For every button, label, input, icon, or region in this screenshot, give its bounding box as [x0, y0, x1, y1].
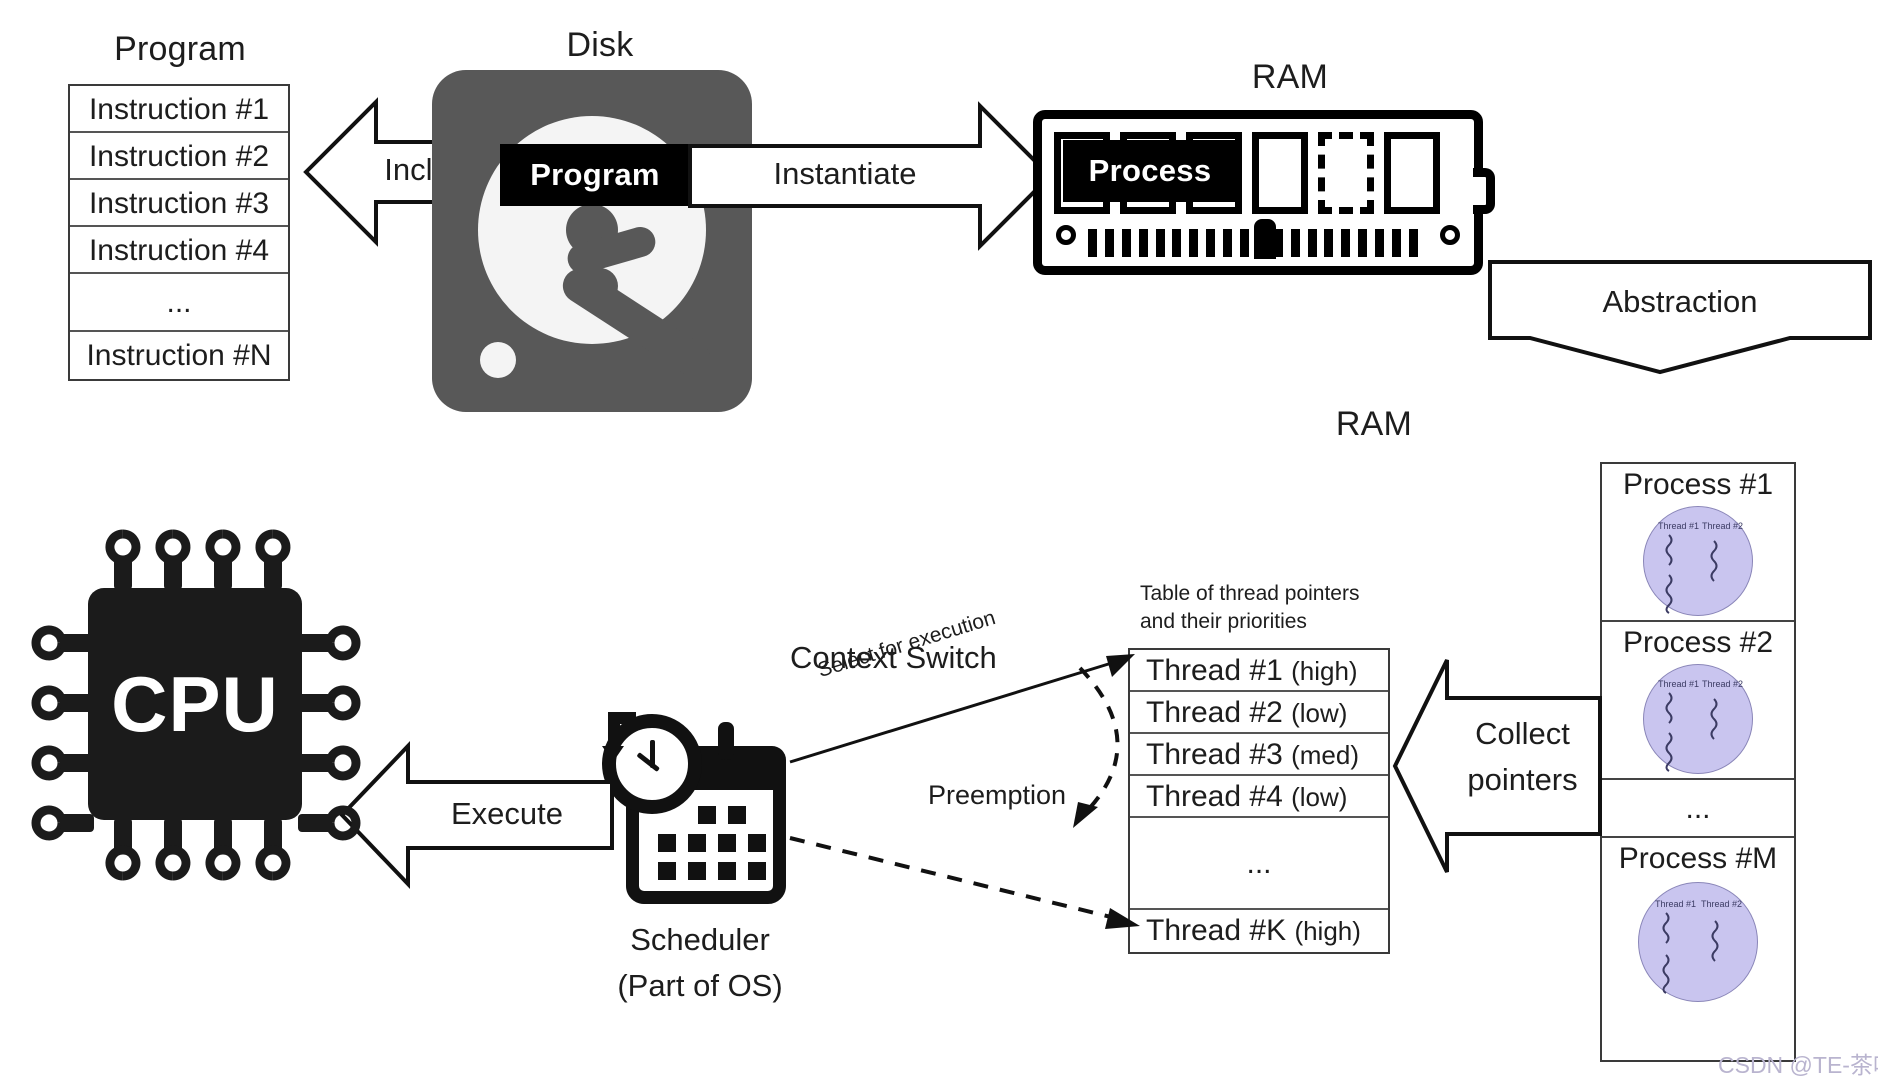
collect-pointers-line2: pointers — [1467, 762, 1578, 797]
thread-row: Thread #4 (low) — [1130, 776, 1388, 818]
disk-indicator-dot — [480, 342, 516, 378]
cpu-pin — [155, 529, 191, 592]
calendar-day-cell — [698, 806, 716, 824]
program-row: Instruction #4 — [70, 227, 288, 274]
cpu-pin — [298, 625, 361, 661]
cpu-pin — [205, 529, 241, 592]
cpu-pin — [31, 685, 94, 721]
cpu-icon: CPU — [30, 529, 361, 881]
program-chip: Program — [500, 144, 690, 206]
cpu-pin — [105, 529, 141, 592]
disk-title: Disk — [566, 26, 634, 64]
process-thread-bubble: Thread #1 Thread #2 — [1643, 506, 1753, 616]
cpu-pin — [31, 805, 94, 841]
calendar-day-cell — [728, 806, 746, 824]
cpu-core-label: CPU — [88, 588, 302, 820]
thread-row: Thread #1 (high) — [1130, 650, 1388, 692]
diagram-canvas: Program Instruction #1 Instruction #2 In… — [0, 0, 1878, 1085]
thread-pointer-table: Thread #1 (high) Thread #2 (low) Thread … — [1128, 648, 1390, 954]
thread-row: Thread #2 (low) — [1130, 692, 1388, 734]
calendar-day-cell — [718, 834, 736, 852]
thread-row: Thread #3 (med) — [1130, 734, 1388, 776]
calendar-day-cell — [658, 862, 676, 880]
process-name: Process #1 — [1622, 468, 1774, 501]
process-chip: Process — [1063, 140, 1237, 202]
watermark: CSDN @TE-茶叶蛋 — [1718, 1052, 1878, 1078]
thread-priority: (low) — [1291, 782, 1348, 812]
thread-table-caption-line2: and their priorities — [1140, 610, 1307, 633]
calendar-ring-tab — [718, 722, 734, 760]
ram-mount-hole — [1056, 225, 1076, 245]
cpu-pin — [105, 818, 141, 881]
thread-name: Thread #1 — [1146, 654, 1283, 687]
process-cell-ellipsis: ... — [1602, 780, 1794, 838]
execute-arrow-label: Execute — [450, 796, 563, 831]
program-row: Instruction #2 — [70, 133, 288, 180]
thread-name: Thread #2 — [1146, 696, 1283, 729]
cpu-pin — [205, 818, 241, 881]
collect-pointers-arrow: Collect pointers — [1392, 659, 1602, 873]
ram-pin-row — [1088, 229, 1418, 257]
program-row: Instruction #3 — [70, 180, 288, 227]
ram-title-top: RAM — [1251, 58, 1329, 96]
program-instruction-table: Instruction #1 Instruction #2 Instructio… — [68, 84, 290, 381]
cpu-pin — [298, 685, 361, 721]
cpu-pin — [255, 529, 291, 592]
calendar-day-cell — [718, 862, 736, 880]
cpu-pin — [298, 745, 361, 781]
ram-side-notch — [1473, 168, 1495, 214]
thread-priority: (med) — [1291, 740, 1360, 770]
calendar-day-cell — [688, 862, 706, 880]
process-cell: Process #2 Thread #1 Thread #2 — [1602, 622, 1794, 780]
calendar-day-cell — [748, 834, 766, 852]
preemption-label: Preemption — [928, 780, 1067, 810]
thread-priority: (low) — [1291, 698, 1348, 728]
ram-mount-hole — [1440, 225, 1460, 245]
ram-chip — [1384, 132, 1440, 214]
thread-row-ellipsis: ... — [1130, 818, 1388, 910]
abstraction-arrow-label: Abstraction — [1602, 284, 1758, 319]
scheduler-label-line1: Scheduler — [630, 922, 770, 957]
thread-table-caption-line1: Table of thread pointers — [1140, 582, 1360, 605]
calendar-day-cell — [658, 834, 676, 852]
process-stack: Process #1 Thread #1 Thread #2 Process #… — [1600, 462, 1796, 1062]
disk-arm-joint — [582, 268, 618, 304]
process-cell: Process #1 Thread #1 Thread #2 — [1602, 464, 1794, 622]
ram-chip — [1252, 132, 1308, 214]
thread-priority: (high) — [1291, 656, 1358, 686]
ram-key-notch — [1254, 219, 1276, 259]
cpu-pin — [298, 805, 361, 841]
process-name: Process #M — [1618, 842, 1778, 875]
preemption-curve — [830, 660, 1140, 840]
calendar-day-cell — [688, 834, 706, 852]
ram-title-bottom: RAM — [1335, 405, 1412, 443]
program-row: Instruction #1 — [70, 86, 288, 133]
cpu-pin — [31, 625, 94, 661]
thread-row: Thread #K (high) — [1130, 910, 1388, 952]
scheduler-icon — [598, 700, 808, 910]
process-name: Process #2 — [1622, 626, 1774, 659]
calendar-day-cell — [748, 862, 766, 880]
instantiate-arrow: Instantiate — [688, 100, 1053, 252]
execute-arrow: Execute — [339, 740, 614, 890]
program-row-ellipsis: ... — [70, 274, 288, 332]
process-thread-bubble: Thread #1 Thread #2 — [1638, 882, 1758, 1002]
collect-pointers-line1: Collect — [1475, 716, 1570, 751]
ram-chip-dashed — [1318, 132, 1374, 214]
program-row: Instruction #N — [86, 339, 272, 372]
cpu-pin — [155, 818, 191, 881]
thread-name: Thread #K — [1146, 914, 1287, 947]
process-cell: Process #M Thread #1 Thread #2 — [1602, 838, 1794, 1060]
cpu-pin — [255, 818, 291, 881]
thread-name: Thread #4 — [1146, 780, 1283, 813]
thread-priority: (high) — [1294, 916, 1361, 946]
cpu-pin — [31, 745, 94, 781]
process-thread-bubble: Thread #1 Thread #2 — [1643, 664, 1753, 774]
scheduler-label-line2: (Part of OS) — [617, 968, 783, 1003]
abstraction-arrow: Abstraction — [1488, 260, 1872, 375]
process-ellipsis: ... — [1685, 792, 1711, 825]
instantiate-arrow-label: Instantiate — [773, 156, 917, 191]
thread-name: Thread #3 — [1146, 738, 1283, 771]
program-title: Program — [114, 30, 246, 68]
